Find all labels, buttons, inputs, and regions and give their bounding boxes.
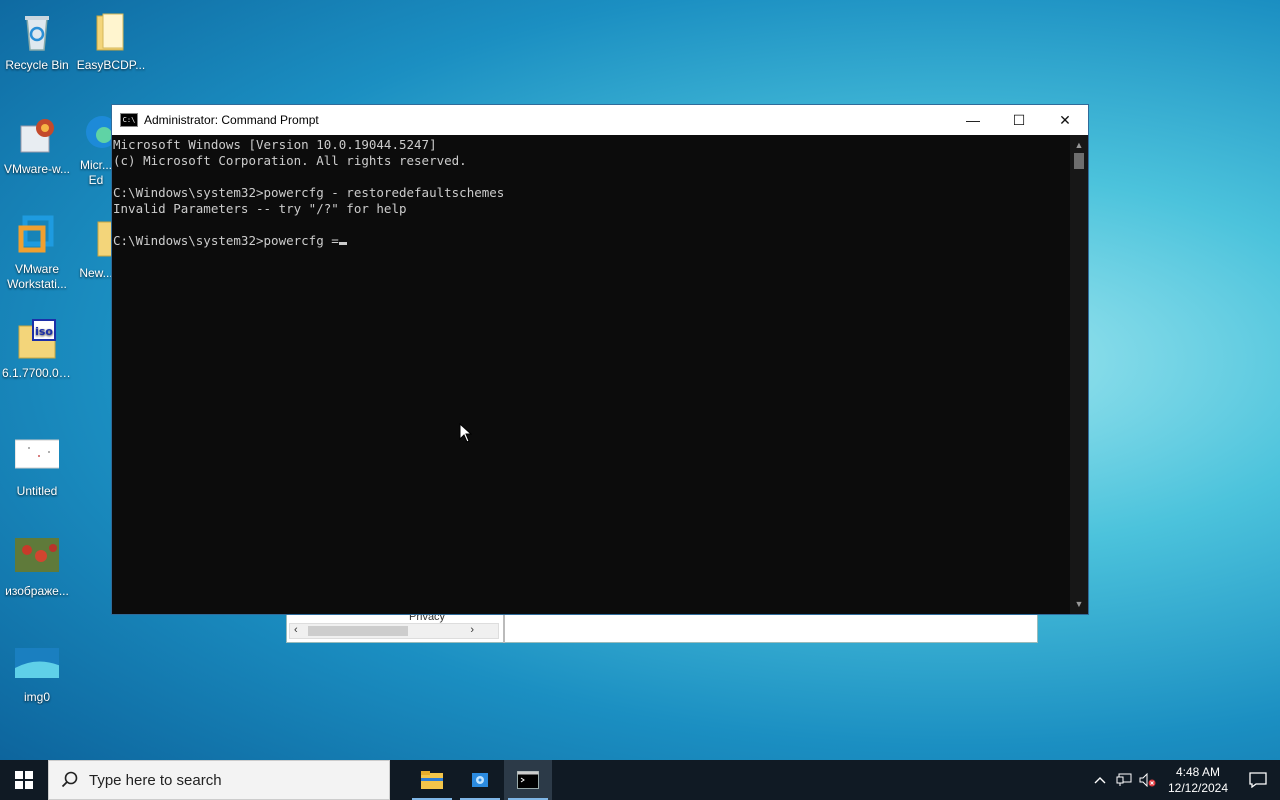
text-cursor: [338, 242, 347, 245]
minimize-icon: —: [966, 112, 980, 128]
action-center-button[interactable]: [1236, 772, 1280, 788]
desktop-icon-image[interactable]: изображе...: [2, 536, 72, 599]
desktop-icon-label: VMware-w...: [3, 162, 70, 176]
console-line: C:\Windows\system32>powercfg - restorede…: [113, 185, 505, 200]
search-icon: [61, 771, 78, 788]
scroll-up-icon[interactable]: ▲: [1070, 137, 1088, 153]
desktop-icon-label: изображе...: [5, 584, 69, 598]
image-file-icon: [14, 436, 62, 480]
taskbar-app-command-prompt[interactable]: [504, 760, 552, 800]
desktop-icon-label: 6.1.7700.0....: [2, 366, 72, 380]
console-output[interactable]: Microsoft Windows [Version 10.0.19044.52…: [112, 135, 1070, 614]
maximize-icon: ☐: [1012, 111, 1026, 128]
clock-date: 12/12/2024: [1167, 781, 1229, 795]
desktop-icon-vmware-installer[interactable]: VMware-w...: [2, 114, 72, 177]
window-titlebar[interactable]: C:\ Administrator: Command Prompt — ☐ ✕: [112, 105, 1088, 135]
desktop-icon-untitled[interactable]: Untitled: [2, 436, 72, 499]
folder-icon: [78, 218, 115, 262]
desktop-icon-label: Ed: [88, 173, 104, 187]
edge-icon: [78, 110, 118, 154]
volume-button[interactable]: [1136, 773, 1160, 787]
command-prompt-icon: [517, 771, 539, 789]
maximize-button[interactable]: ☐: [996, 105, 1042, 135]
network-icon: [1116, 773, 1132, 786]
network-button[interactable]: [1112, 773, 1136, 787]
scroll-down-icon[interactable]: ▼: [1070, 596, 1088, 612]
command-prompt-window[interactable]: C:\ Administrator: Command Prompt — ☐ ✕ …: [111, 104, 1089, 615]
desktop-icon-label: Micr...: [80, 158, 112, 172]
vertical-scrollbar[interactable]: ▲ ▼: [1070, 135, 1088, 614]
console-prompt-line[interactable]: C:\Windows\system32>powercfg =: [113, 233, 1070, 249]
console-input[interactable]: C:\Windows\system32>powercfg =: [113, 233, 339, 248]
volume-muted-icon: [1139, 773, 1156, 787]
desktop-icon-iso[interactable]: iso 6.1.7700.0....: [2, 318, 72, 381]
start-button[interactable]: [0, 760, 48, 800]
desktop-icon-label: Untitled: [16, 484, 58, 498]
console-line: Invalid Parameters -- try "/?" for help: [113, 201, 407, 216]
taskbar: Type here to search 4:48 AM 12/12/2024: [0, 760, 1280, 800]
desktop-icon-label: img0: [23, 690, 50, 704]
desktop-icon-label: VMware Workstati...: [7, 262, 67, 291]
close-icon: ✕: [1059, 111, 1071, 128]
clock-time: 4:48 AM: [1175, 765, 1221, 779]
photo-icon: [15, 536, 61, 580]
scrollbar-thumb[interactable]: [1074, 153, 1084, 169]
mouse-pointer-icon: [459, 423, 473, 443]
taskbar-app-file-explorer[interactable]: [408, 760, 456, 800]
close-button[interactable]: ✕: [1042, 105, 1088, 135]
chevron-up-icon: [1094, 777, 1106, 784]
console-line: (c) Microsoft Corporation. All rights re…: [113, 153, 467, 168]
folder-icon: [89, 10, 133, 54]
wallpaper-image-icon: [15, 642, 61, 686]
window-title: Administrator: Command Prompt: [144, 113, 319, 127]
taskbar-search-box[interactable]: Type here to search: [48, 760, 390, 800]
recycle-bin-icon: [15, 10, 59, 54]
desktop-icon-label: EasyBCDP...: [76, 58, 146, 72]
desktop-icon-label: New...: [79, 266, 113, 280]
taskbar-app-setup[interactable]: [456, 760, 504, 800]
desktop-icon-edge[interactable]: Micr... Ed: [76, 110, 118, 188]
scroll-left-icon[interactable]: ‹: [294, 624, 298, 636]
scroll-right-icon[interactable]: ›: [470, 624, 474, 636]
cmd-icon: C:\: [120, 113, 138, 127]
installer-icon: [15, 114, 59, 158]
search-placeholder: Type here to search: [89, 771, 222, 789]
desktop-icon-new-folder[interactable]: New...: [76, 218, 116, 281]
file-explorer-icon: [421, 771, 443, 789]
desktop-icon-vmware-workstation[interactable]: VMware Workstati...: [2, 214, 72, 292]
console-line: Microsoft Windows [Version 10.0.19044.52…: [113, 137, 437, 152]
desktop-icon-easybcd[interactable]: EasyBCDP...: [76, 10, 146, 73]
notification-icon: [1249, 772, 1267, 788]
desktop-icon-recycle-bin[interactable]: Recycle Bin: [2, 10, 72, 73]
desktop-icon-img0[interactable]: img0: [2, 642, 72, 705]
system-tray: 4:48 AM 12/12/2024: [1088, 760, 1280, 800]
desktop-icon-label: Recycle Bin: [5, 58, 69, 72]
vmware-workstation-icon: [15, 214, 59, 258]
horizontal-scrollbar[interactable]: ‹ ›: [289, 623, 499, 639]
show-hidden-icons-button[interactable]: [1088, 776, 1112, 784]
windows-logo-icon: [15, 771, 33, 789]
setup-icon: [472, 773, 488, 787]
taskbar-clock[interactable]: 4:48 AM 12/12/2024: [1160, 764, 1236, 796]
iso-file-icon: iso: [15, 318, 59, 362]
scrollbar-thumb[interactable]: [308, 626, 408, 636]
minimize-button[interactable]: —: [950, 105, 996, 135]
svg-text:iso: iso: [35, 325, 53, 338]
